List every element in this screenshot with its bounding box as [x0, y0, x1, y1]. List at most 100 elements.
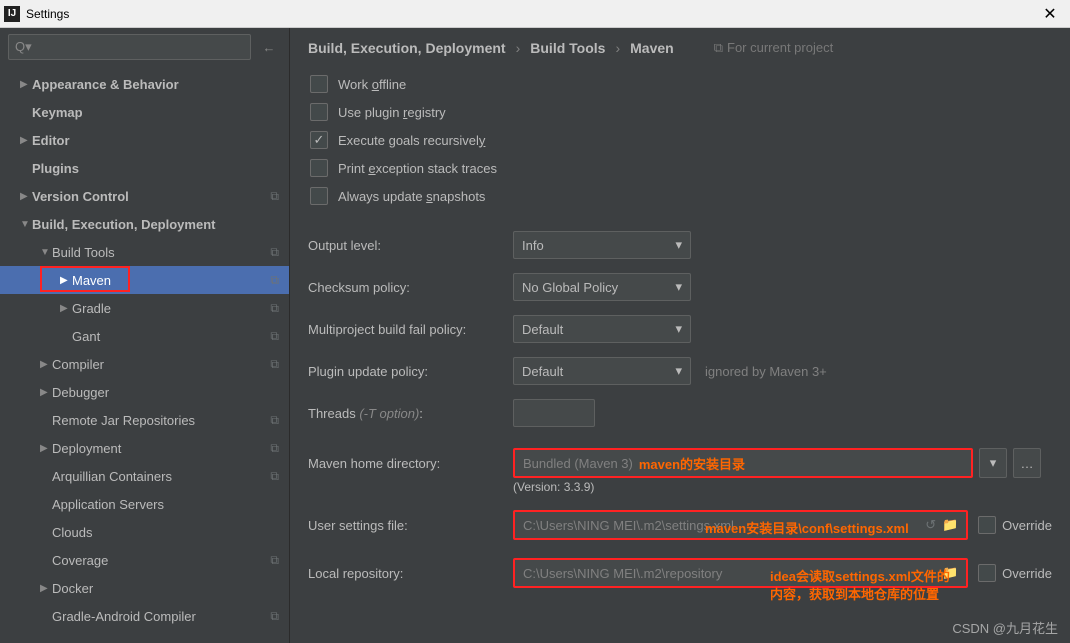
- tree-label: Plugins: [32, 161, 289, 176]
- label-multiproject: Multiproject build fail policy:: [308, 322, 513, 337]
- tree-arrow-icon[interactable]: [40, 583, 52, 594]
- tree-label: Clouds: [52, 525, 289, 540]
- dropdown-button[interactable]: ▾: [979, 448, 1007, 478]
- input-user-settings[interactable]: C:\Users\NING MEI\.m2\settings.xml ↺ 📁 m…: [513, 510, 968, 540]
- tree-arrow-icon[interactable]: [20, 135, 32, 146]
- checkbox-update-snapshots[interactable]: [310, 187, 328, 205]
- sidebar-item-appearance-behavior[interactable]: Appearance & Behavior: [0, 70, 289, 98]
- tree-arrow-icon[interactable]: [20, 79, 32, 90]
- breadcrumb-item[interactable]: Build, Execution, Deployment: [308, 40, 506, 56]
- tree-arrow-icon[interactable]: [20, 191, 32, 202]
- input-maven-home[interactable]: Bundled (Maven 3) maven的安装目录: [513, 448, 973, 478]
- tree-label: Gradle: [72, 301, 270, 316]
- select-checksum[interactable]: No Global Policy: [513, 273, 691, 301]
- input-local-repo[interactable]: C:\Users\NING MEI\.m2\repository 📁: [513, 558, 968, 588]
- project-scope-label: ⧉For current project: [714, 40, 834, 56]
- label-plugin-update: Plugin update policy:: [308, 364, 513, 379]
- checkbox-override-user-settings[interactable]: [978, 516, 996, 534]
- copy-icon: ⧉: [270, 469, 279, 484]
- back-icon[interactable]: ←: [257, 35, 281, 59]
- app-icon: IJ: [4, 6, 20, 22]
- select-plugin-update[interactable]: Default: [513, 357, 691, 385]
- sidebar-item-gradle[interactable]: Gradle⧉: [0, 294, 289, 322]
- label-plugin-registry: Use plugin registry: [338, 105, 446, 120]
- tree-arrow-icon[interactable]: [40, 443, 52, 454]
- tree-label: Build, Execution, Deployment: [32, 217, 289, 232]
- tree-arrow-icon[interactable]: [40, 387, 52, 398]
- tree-arrow-icon[interactable]: [60, 275, 72, 286]
- local-repo-value: C:\Users\NING MEI\.m2\repository: [523, 566, 722, 581]
- tree-arrow-icon[interactable]: [60, 303, 72, 314]
- tree-label: Debugger: [52, 385, 289, 400]
- breadcrumb-item[interactable]: Build Tools: [530, 40, 605, 56]
- label-update-snapshots: Always update snapshots: [338, 189, 485, 204]
- sidebar-item-keymap[interactable]: Keymap: [0, 98, 289, 126]
- browse-button[interactable]: …: [1013, 448, 1041, 478]
- main-panel: Build, Execution, Deployment › Build Too…: [290, 28, 1070, 643]
- folder-icon[interactable]: 📁: [942, 565, 958, 581]
- tree-arrow-icon[interactable]: [40, 359, 52, 370]
- history-icon[interactable]: ↺: [925, 517, 936, 533]
- sidebar-item-coverage[interactable]: Coverage⧉: [0, 546, 289, 574]
- sidebar-item-version-control[interactable]: Version Control⧉: [0, 182, 289, 210]
- checkbox-override-local-repo[interactable]: [978, 564, 996, 582]
- copy-icon: ⧉: [270, 441, 279, 456]
- tree-label: Docker: [52, 581, 289, 596]
- copy-icon: ⧉: [270, 189, 279, 204]
- sidebar-item-remote-jar-repositories[interactable]: Remote Jar Repositories⧉: [0, 406, 289, 434]
- sidebar-item-gant[interactable]: Gant⧉: [0, 322, 289, 350]
- label-output-level: Output level:: [308, 238, 513, 253]
- label-print-exception: Print exception stack traces: [338, 161, 497, 176]
- label-checksum: Checksum policy:: [308, 280, 513, 295]
- input-threads[interactable]: [513, 399, 595, 427]
- search-input[interactable]: Q▾: [8, 34, 251, 60]
- checkbox-work-offline[interactable]: [310, 75, 328, 93]
- tree-label: Arquillian Containers: [52, 469, 270, 484]
- sidebar-item-compiler[interactable]: Compiler⧉: [0, 350, 289, 378]
- copy-icon: ⧉: [270, 301, 279, 316]
- tree-label: Application Servers: [52, 497, 289, 512]
- select-output-level[interactable]: Info: [513, 231, 691, 259]
- chevron-right-icon: ›: [516, 40, 521, 56]
- sidebar-item-debugger[interactable]: Debugger: [0, 378, 289, 406]
- hint-plugin-update: ignored by Maven 3+: [705, 364, 827, 379]
- sidebar-item-docker[interactable]: Docker: [0, 574, 289, 602]
- sidebar-item-deployment[interactable]: Deployment⧉: [0, 434, 289, 462]
- select-multiproject[interactable]: Default: [513, 315, 691, 343]
- sidebar-item-clouds[interactable]: Clouds: [0, 518, 289, 546]
- user-settings-value: C:\Users\NING MEI\.m2\settings.xml: [523, 518, 734, 533]
- checkbox-plugin-registry[interactable]: [310, 103, 328, 121]
- tree-label: Coverage: [52, 553, 270, 568]
- sidebar-item-build-execution-deployment[interactable]: Build, Execution, Deployment: [0, 210, 289, 238]
- watermark: CSDN @九月花生: [952, 618, 1058, 637]
- copy-icon: ⧉: [714, 40, 723, 55]
- annotation-user-settings: maven安装目录\conf\settings.xml: [705, 518, 909, 537]
- sidebar-item-plugins[interactable]: Plugins: [0, 154, 289, 182]
- sidebar-item-build-tools[interactable]: Build Tools⧉: [0, 238, 289, 266]
- tree-label: Build Tools: [52, 245, 270, 260]
- copy-icon: ⧉: [270, 609, 279, 624]
- sidebar-item-maven[interactable]: Maven⧉: [0, 266, 289, 294]
- checkbox-print-exception[interactable]: [310, 159, 328, 177]
- label-local-repo: Local repository:: [308, 566, 513, 581]
- folder-icon[interactable]: 📁: [942, 517, 958, 533]
- search-icon: Q▾: [15, 39, 32, 55]
- tree-label: Appearance & Behavior: [32, 77, 289, 92]
- copy-icon: ⧉: [270, 413, 279, 428]
- tree-label: Compiler: [52, 357, 270, 372]
- tree-label: Remote Jar Repositories: [52, 413, 270, 428]
- settings-tree: Appearance & Behavior Keymap Editor Plugins…: [0, 66, 289, 643]
- sidebar-item-arquillian-containers[interactable]: Arquillian Containers⧉: [0, 462, 289, 490]
- breadcrumb: Build, Execution, Deployment › Build Too…: [308, 40, 1052, 56]
- sidebar-item-gradle-android-compiler[interactable]: Gradle-Android Compiler⧉: [0, 602, 289, 630]
- tree-arrow-icon[interactable]: [40, 247, 52, 258]
- label-user-settings: User settings file:: [308, 518, 513, 533]
- tree-label: Gant: [72, 329, 270, 344]
- checkbox-execute-recursively[interactable]: [310, 131, 328, 149]
- sidebar-item-editor[interactable]: Editor: [0, 126, 289, 154]
- close-icon[interactable]: ✕: [1034, 4, 1066, 24]
- tree-label: Keymap: [32, 105, 289, 120]
- label-override: Override: [1002, 566, 1052, 581]
- tree-arrow-icon[interactable]: [20, 219, 32, 230]
- sidebar-item-application-servers[interactable]: Application Servers: [0, 490, 289, 518]
